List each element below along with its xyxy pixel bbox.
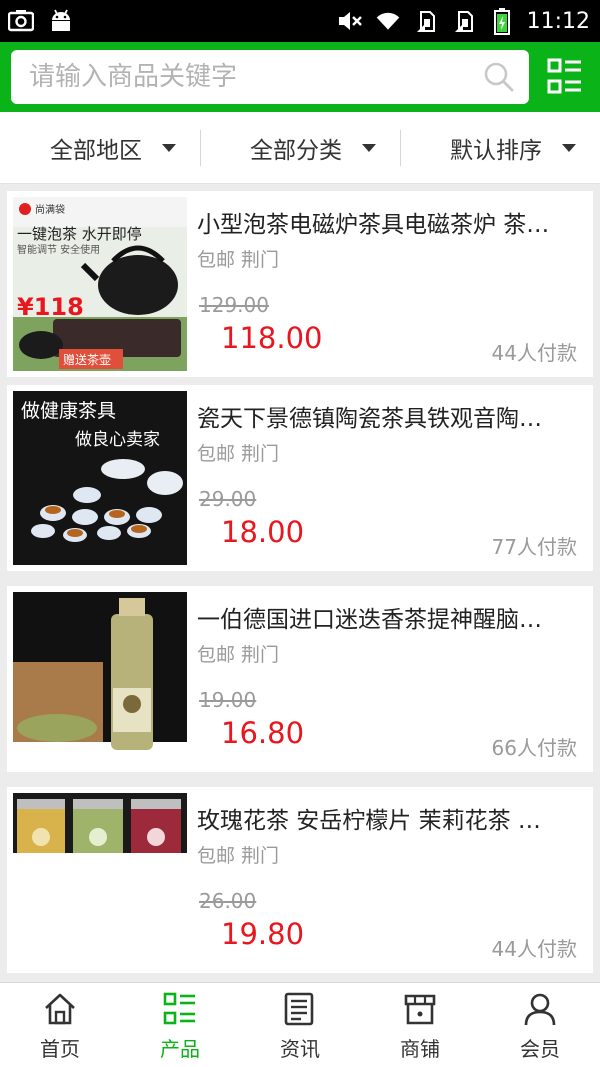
caret-down-icon — [562, 144, 576, 152]
android-icon — [48, 7, 74, 33]
product-card[interactable]: 尚满袋 一键泡茶 水开即停 智能调节 安全使用 ¥118 赠送茶壶 小型泡茶电磁… — [7, 191, 593, 377]
product-title[interactable]: 玫瑰花茶 安岳柠檬片 茉莉花茶 … — [197, 801, 583, 835]
product-image[interactable] — [13, 592, 187, 766]
filter-divider — [400, 130, 401, 166]
member-icon — [524, 993, 556, 1026]
thumb-gift: 赠送茶壶 — [63, 352, 111, 367]
search-header — [0, 42, 600, 112]
filter-sort-dropdown[interactable]: 默认排序 — [450, 112, 576, 184]
product-title[interactable]: 瓷天下景德镇陶瓷茶具铁观音陶… — [197, 399, 583, 433]
filter-sort-label: 默认排序 — [450, 138, 542, 164]
product-original-price: 129.00 — [199, 293, 269, 317]
product-original-price: 29.00 — [199, 487, 257, 511]
search-box[interactable] — [11, 50, 529, 104]
filter-category-dropdown[interactable]: 全部分类 — [250, 112, 376, 184]
home-icon — [45, 993, 75, 1025]
product-price: 16.80 — [221, 716, 305, 750]
caret-down-icon — [162, 144, 176, 152]
thumb-headline: 一键泡茶 水开即停 — [17, 225, 142, 243]
product-price: 18.00 — [221, 515, 305, 549]
filter-category-label: 全部分类 — [250, 138, 342, 164]
product-card[interactable]: 一伯德国进口迷迭香茶提神醒脑… 包邮 荆门 19.00 16.80 66人付款 — [7, 586, 593, 772]
thumb-headline: 做健康茶具 — [21, 400, 116, 422]
tab-store[interactable]: 商铺 — [360, 983, 480, 1067]
product-sales-count: 44人付款 — [491, 937, 577, 961]
tab-member[interactable]: 会员 — [480, 983, 600, 1067]
news-icon — [284, 992, 314, 1026]
tab-store-label: 商铺 — [400, 1037, 440, 1061]
status-bar: 11:12 — [0, 0, 600, 42]
screenshot-icon — [8, 7, 34, 33]
battery-icon — [489, 8, 515, 35]
thumb-brand: 尚满袋 — [35, 203, 65, 216]
product-original-price: 19.00 — [199, 688, 257, 712]
product-card[interactable]: 玫瑰花茶 安岳柠檬片 茉莉花茶 … 包邮 荆门 26.00 19.80 44人付… — [7, 787, 593, 973]
product-price: 118.00 — [221, 321, 323, 355]
filter-region-dropdown[interactable]: 全部地区 — [50, 112, 176, 184]
product-grid-icon — [163, 992, 195, 1025]
caret-down-icon — [362, 144, 376, 152]
wifi-icon — [375, 8, 401, 34]
sim2-signal-icon — [451, 8, 477, 34]
tab-home[interactable]: 首页 — [0, 983, 120, 1067]
thumb-subline: 智能调节 安全使用 — [17, 243, 100, 256]
product-tags: 包邮 荆门 — [197, 644, 280, 666]
filter-bar: 全部地区 全部分类 默认排序 — [0, 112, 600, 184]
store-icon — [404, 994, 436, 1025]
product-title[interactable]: 小型泡茶电磁炉茶具电磁茶炉 茶… — [197, 205, 583, 239]
tab-home-label: 首页 — [40, 1037, 80, 1061]
product-price: 19.80 — [221, 917, 305, 951]
product-title[interactable]: 一伯德国进口迷迭香茶提神醒脑… — [197, 600, 583, 634]
tab-news-label: 资讯 — [280, 1037, 320, 1061]
search-icon[interactable] — [483, 61, 515, 93]
sim1-signal-icon — [413, 8, 439, 34]
product-tags: 包邮 荆门 — [197, 845, 280, 867]
thumb-subline: 做良心卖家 — [75, 430, 160, 450]
tab-member-label: 会员 — [520, 1037, 560, 1061]
product-image[interactable]: 做健康茶具 做良心卖家 — [13, 391, 187, 565]
product-card[interactable]: 做健康茶具 做良心卖家 瓷天下景德镇陶瓷茶具铁观音陶… 包邮 荆门 29.00 … — [7, 385, 593, 571]
filter-region-label: 全部地区 — [50, 138, 142, 164]
mute-icon — [337, 8, 363, 34]
product-original-price: 26.00 — [199, 889, 257, 913]
bottom-tab-bar: 首页 产品 资讯 商铺 会员 — [0, 982, 600, 1067]
product-image[interactable]: 尚满袋 一键泡茶 水开即停 智能调节 安全使用 ¥118 赠送茶壶 — [13, 197, 187, 371]
tab-news[interactable]: 资讯 — [240, 983, 360, 1067]
product-sales-count: 77人付款 — [491, 535, 577, 559]
product-tags: 包邮 荆门 — [197, 249, 280, 271]
tab-products[interactable]: 产品 — [120, 983, 240, 1067]
status-time: 11:12 — [526, 8, 590, 34]
tab-products-label: 产品 — [160, 1037, 200, 1061]
product-image[interactable] — [13, 793, 187, 967]
thumb-price: ¥118 — [17, 293, 84, 321]
product-sales-count: 66人付款 — [491, 736, 577, 760]
product-tags: 包邮 荆门 — [197, 443, 280, 465]
filter-divider — [200, 130, 201, 166]
search-input[interactable] — [29, 50, 469, 104]
product-sales-count: 44人付款 — [491, 341, 577, 365]
category-menu-icon[interactable] — [546, 57, 584, 95]
